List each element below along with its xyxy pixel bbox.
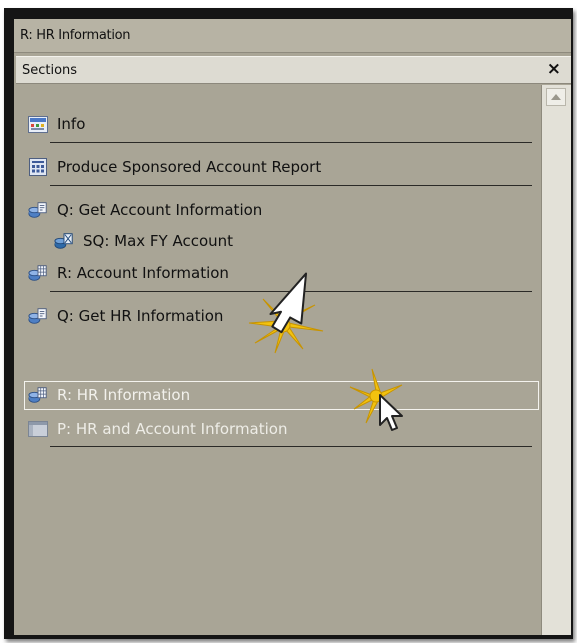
chevron-up-icon [551, 94, 561, 100]
query-icon [28, 307, 48, 325]
section-item-hr-info[interactable]: R: HR Information [28, 383, 190, 407]
sections-header-label: Sections [22, 62, 78, 78]
section-item-label: P: HR and Account Information [57, 420, 288, 438]
vertical-scrollbar[interactable] [541, 85, 571, 635]
section-item-label: Q: Get Account Information [57, 201, 263, 219]
section-item-info[interactable]: Info [28, 112, 85, 136]
close-icon[interactable]: × [547, 59, 561, 79]
section-item-hr-account-info[interactable]: P: HR and Account Information [28, 417, 288, 441]
section-item-label: Info [57, 115, 86, 133]
pivot-icon [28, 420, 48, 438]
window-titlebar: R: HR Information [14, 19, 571, 53]
section-item-max-fy-account[interactable]: SQ: Max FY Account [54, 229, 233, 253]
section-divider [50, 446, 532, 447]
sections-window: R: HR Information Sections × Info Produc… [14, 19, 571, 635]
cursor-click-highlight-icon [248, 272, 324, 354]
section-item-label: R: Account Information [57, 264, 229, 282]
section-item-label: Q: Get HR Information [57, 307, 224, 325]
results-icon [28, 386, 48, 404]
report-icon [28, 158, 48, 176]
section-divider [50, 185, 532, 186]
sections-panel-header: Sections × [16, 56, 571, 84]
section-item-produce-report[interactable]: Produce Sponsored Account Report [28, 155, 321, 179]
section-item-label: SQ: Max FY Account [83, 232, 234, 250]
section-item-get-hr-info[interactable]: Q: Get HR Information [28, 304, 223, 328]
query-icon [28, 201, 48, 219]
section-item-label: R: HR Information [57, 386, 191, 404]
sections-list: Info Produce Sponsored Account Report Q:… [16, 85, 541, 635]
window-title: R: HR Information [20, 28, 131, 43]
section-item-account-info[interactable]: R: Account Information [28, 261, 229, 285]
section-divider [50, 142, 532, 143]
section-item-label: Produce Sponsored Account Report [57, 158, 322, 176]
cursor-arrow-icon [349, 368, 403, 431]
scroll-up-button[interactable] [546, 88, 566, 106]
info-icon [28, 115, 48, 133]
subquery-icon [54, 232, 74, 250]
section-item-get-account-info[interactable]: Q: Get Account Information [28, 198, 262, 222]
results-icon [28, 264, 48, 282]
